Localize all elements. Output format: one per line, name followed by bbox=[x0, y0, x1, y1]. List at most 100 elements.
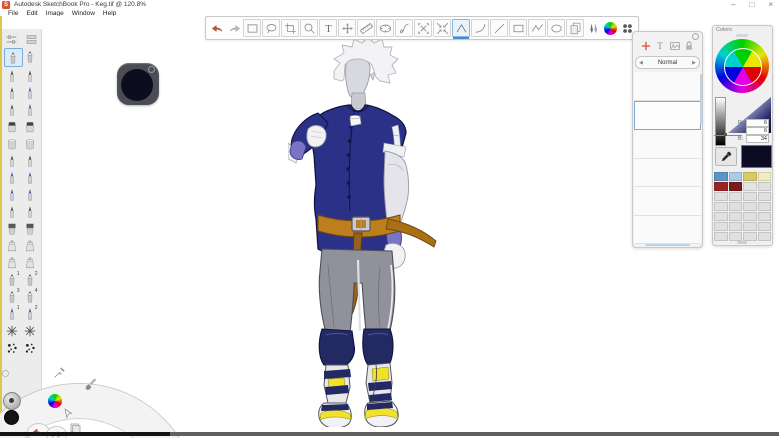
brush-airbrush[interactable] bbox=[4, 237, 21, 254]
layer-row-belt[interactable] bbox=[634, 159, 701, 188]
layer-row-skin[interactable] bbox=[634, 130, 701, 159]
swatch-25[interactable] bbox=[714, 232, 728, 241]
layers-hscrollbar[interactable] bbox=[645, 244, 690, 247]
tool-draw-polyline[interactable] bbox=[528, 19, 546, 37]
swatch-28[interactable] bbox=[758, 232, 772, 241]
brush-fine-pen[interactable] bbox=[4, 203, 21, 220]
brush-preview-puck[interactable] bbox=[117, 63, 159, 105]
layers-close-button[interactable] bbox=[692, 33, 699, 40]
taskbar-strip[interactable] bbox=[170, 432, 779, 436]
brush-speckle[interactable] bbox=[4, 339, 21, 356]
brush-paint-brush-4[interactable] bbox=[22, 186, 39, 203]
r-value[interactable]: 6 bbox=[746, 119, 769, 127]
lagoon-brush[interactable] bbox=[84, 377, 97, 390]
swatch-5[interactable] bbox=[714, 182, 728, 191]
lagoon-color-puck[interactable] bbox=[4, 410, 19, 425]
tool-zoom[interactable] bbox=[300, 19, 318, 37]
brush-spray[interactable] bbox=[4, 254, 21, 271]
brush-custom-pencil-3[interactable]: 3 bbox=[4, 288, 21, 305]
brush-custom-pen-2[interactable]: 2 bbox=[22, 305, 39, 322]
brush-custom-pen-1[interactable]: 1 bbox=[4, 305, 21, 322]
swatch-23[interactable] bbox=[743, 222, 757, 231]
brush-settings-button[interactable] bbox=[4, 32, 19, 46]
current-color-swatch[interactable] bbox=[741, 145, 772, 168]
swatch-17[interactable] bbox=[714, 212, 728, 221]
brush-pencil-hard[interactable] bbox=[22, 48, 39, 65]
swatch-8[interactable] bbox=[758, 182, 772, 191]
tool-draw-line[interactable] bbox=[490, 19, 508, 37]
swatch-19[interactable] bbox=[743, 212, 757, 221]
tool-crop[interactable] bbox=[281, 19, 299, 37]
brush-paint-brush-3[interactable] bbox=[4, 186, 21, 203]
brush-ink-pen[interactable] bbox=[4, 84, 21, 101]
brush-speckle-2[interactable] bbox=[22, 339, 39, 356]
tool-move[interactable] bbox=[338, 19, 356, 37]
grayscale-slider[interactable] bbox=[715, 97, 726, 146]
swatch-6[interactable] bbox=[729, 182, 743, 191]
swatch-7[interactable] bbox=[743, 182, 757, 191]
lagoon-color-wheel[interactable] bbox=[48, 394, 62, 408]
swatch-27[interactable] bbox=[743, 232, 757, 241]
blend-mode-selector[interactable]: ◀ Normal ▶ bbox=[635, 56, 700, 69]
swatch-22[interactable] bbox=[729, 222, 743, 231]
tool-transform-scale[interactable] bbox=[414, 19, 432, 37]
tool-draw-ellipse[interactable] bbox=[547, 19, 565, 37]
tool-lasso-select[interactable] bbox=[262, 19, 280, 37]
swatch-9[interactable] bbox=[714, 192, 728, 201]
lagoon-cursor[interactable] bbox=[63, 408, 74, 419]
swatch-3[interactable] bbox=[743, 172, 757, 181]
brush-pencil[interactable] bbox=[4, 48, 23, 67]
tool-transform-shrink[interactable] bbox=[433, 19, 451, 37]
brush-custom-pencil-2[interactable]: 2 bbox=[22, 271, 39, 288]
tool-redo[interactable] bbox=[226, 20, 242, 36]
brush-marker-pen[interactable] bbox=[4, 101, 21, 118]
swatch-14[interactable] bbox=[729, 202, 743, 211]
maximize-button[interactable]: □ bbox=[749, 0, 754, 9]
brush-flat-marker[interactable] bbox=[4, 220, 21, 237]
colors-panel-handle[interactable] bbox=[736, 34, 748, 37]
brush-ballpoint-2[interactable] bbox=[22, 67, 39, 84]
eyedropper-button[interactable] bbox=[715, 147, 737, 166]
layer-row-buttons[interactable] bbox=[634, 216, 701, 245]
swatch-15[interactable] bbox=[743, 202, 757, 211]
brush-eraser-hard[interactable] bbox=[4, 118, 21, 135]
layers-vscrollbar[interactable] bbox=[700, 74, 703, 124]
brush-fill-bucket-2[interactable] bbox=[22, 135, 39, 152]
brush-custom-pencil-1[interactable]: 1 bbox=[4, 271, 21, 288]
swatch-4[interactable] bbox=[758, 172, 772, 181]
swatch-20[interactable] bbox=[758, 212, 772, 221]
brush-ink-pen-2[interactable] bbox=[22, 84, 39, 101]
brush-custom-pencil-4[interactable]: 4 bbox=[22, 288, 39, 305]
value-slider-handle[interactable] bbox=[724, 133, 727, 136]
lagoon-brush-puck[interactable] bbox=[3, 392, 21, 410]
brush-fine-pen-2[interactable] bbox=[22, 203, 39, 220]
swatch-24[interactable] bbox=[758, 222, 772, 231]
tool-marquee-select[interactable] bbox=[243, 19, 261, 37]
tool-undo[interactable] bbox=[209, 20, 225, 36]
tool-ellipse-guide[interactable] bbox=[376, 19, 394, 37]
brush-flat-marker-2[interactable] bbox=[22, 220, 39, 237]
b-value[interactable]: 34 bbox=[746, 135, 769, 143]
swatch-12[interactable] bbox=[758, 192, 772, 201]
swatch-18[interactable] bbox=[729, 212, 743, 221]
brush-paint-brush-2[interactable] bbox=[22, 169, 39, 186]
tool-ruler[interactable] bbox=[357, 19, 375, 37]
color-wheel-inner[interactable] bbox=[724, 48, 762, 86]
swatch-11[interactable] bbox=[743, 192, 757, 201]
tool-text[interactable]: T bbox=[319, 19, 337, 37]
swatch-26[interactable] bbox=[729, 232, 743, 241]
swatch-1[interactable] bbox=[714, 172, 728, 181]
swatch-21[interactable] bbox=[714, 222, 728, 231]
colors-bottom-handle[interactable] bbox=[737, 241, 747, 244]
tool-draw-style[interactable] bbox=[452, 19, 470, 37]
swatch-2[interactable] bbox=[729, 172, 743, 181]
brush-airbrush-2[interactable] bbox=[22, 237, 39, 254]
layer-row-vest-outline[interactable] bbox=[634, 187, 701, 216]
brush-paint-brush[interactable] bbox=[4, 169, 21, 186]
value-slider-line[interactable] bbox=[714, 135, 742, 136]
lock-layer-button[interactable] bbox=[683, 39, 696, 52]
image-layer-button[interactable] bbox=[668, 39, 681, 52]
tool-copy-paste[interactable] bbox=[566, 19, 584, 37]
brush-library-button[interactable] bbox=[24, 32, 39, 46]
brush-splatter-2[interactable] bbox=[22, 322, 39, 339]
